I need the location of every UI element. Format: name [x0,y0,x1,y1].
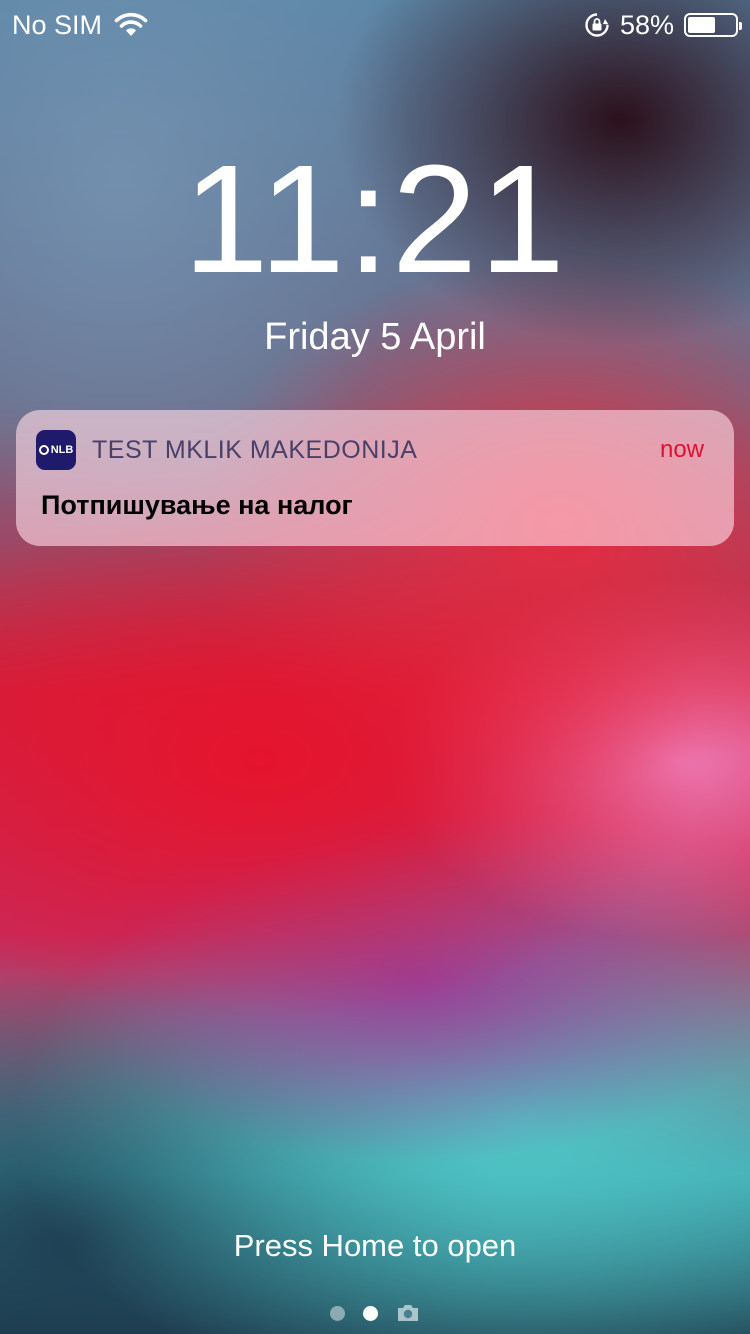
wifi-icon [114,12,148,36]
status-left: No SIM [12,10,148,41]
notification-app-name: TEST MKLIK MAKEDONIJA [92,435,418,464]
app-icon-text: NLB [50,444,74,456]
notification-body: Потпишување на налог [41,490,353,520]
carrier-label: No SIM [12,9,103,40]
lock-screen-time: 11:21 [183,133,567,305]
nlb-logo-ring-icon [38,445,49,455]
page-dot-widgets[interactable] [330,1305,345,1321]
page-dot-lock[interactable] [363,1305,378,1321]
page-indicator [0,1303,750,1323]
battery-percent: 58% [619,9,674,40]
status-bar: No SIM 58% [0,0,750,50]
notification-header: NLB TEST MKLIK MAKEDONIJA now [36,430,704,470]
press-home-hint: Press Home to open [233,1228,517,1263]
notification-time: now [659,436,704,463]
battery-icon [684,13,742,37]
orientation-lock-icon [585,13,609,37]
camera-icon[interactable] [396,1303,420,1323]
status-right: 58% [584,9,742,41]
lock-screen-date: Friday 5 April [264,316,486,358]
nlb-app-icon: NLB [36,430,76,470]
battery-fill [688,17,715,33]
notification-card[interactable]: NLB TEST MKLIK MAKEDONIJA now Потпишувањ… [16,410,734,546]
